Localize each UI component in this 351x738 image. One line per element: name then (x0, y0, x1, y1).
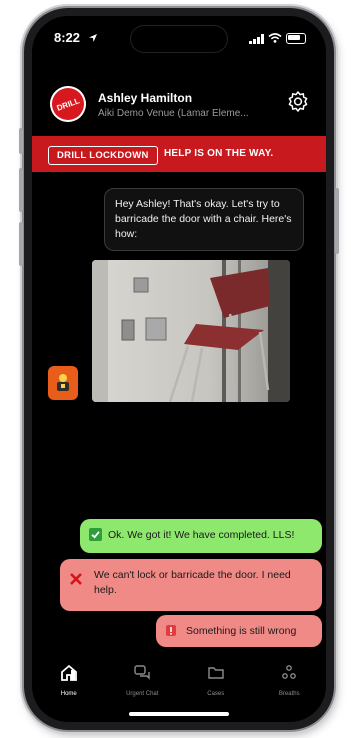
nav-breaths[interactable]: Breaths (259, 664, 319, 710)
reply-need-help-button[interactable]: We can't lock or barricade the door. I n… (60, 559, 322, 611)
wifi-icon (268, 31, 282, 46)
barricade-chair-photo (92, 260, 290, 402)
battery-icon (286, 33, 306, 44)
drill-lockdown-badge: DRILL LOCKDOWN (48, 146, 158, 165)
incoming-message: Hey Ashley! That's okay. Let's try to ba… (104, 188, 304, 251)
nav-breaths-label: Breaths (278, 691, 300, 697)
reply-something-wrong-button[interactable]: Something is still wrong (156, 615, 322, 647)
phone-frame: 8:22 DRILL Ashley Hamilton Aiki Demo Ven… (19, 8, 339, 730)
reply-completed-button[interactable]: Ok. We got it! We have completed. LLS! (80, 519, 322, 553)
status-bar: 8:22 (54, 28, 306, 48)
reply-need-help-label: We can't lock or barricade the door. I n… (94, 569, 291, 596)
assistant-avatar (48, 366, 78, 400)
breaths-icon (280, 665, 298, 686)
status-time: 8:22 (54, 30, 81, 45)
bottom-nav: Home Urgent Chat Cases Breaths (32, 664, 326, 710)
x-icon (69, 572, 83, 591)
side-button (335, 188, 339, 254)
home-icon (60, 664, 78, 686)
location-arrow-icon (88, 31, 98, 46)
nav-urgent-chat[interactable]: Urgent Chat (112, 664, 172, 710)
reply-something-wrong-label: Something is still wrong (186, 625, 297, 637)
volume-down-button (19, 222, 23, 266)
signal-icon (249, 33, 264, 44)
banner-message: HELP IS ON THE WAY. (164, 148, 274, 159)
alert-icon (165, 624, 177, 642)
nav-cases-label: Cases (207, 691, 225, 697)
volume-up-button (19, 168, 23, 212)
lockdown-banner: DRILL LOCKDOWN HELP IS ON THE WAY. (32, 136, 326, 172)
app-screen: 8:22 DRILL Ashley Hamilton Aiki Demo Ven… (32, 16, 326, 722)
nav-cases[interactable]: Cases (186, 664, 246, 710)
folder-icon (207, 667, 225, 686)
drill-logo: DRILL (44, 80, 92, 128)
mute-switch (19, 128, 23, 154)
app-header: DRILL Ashley Hamilton Aiki Demo Venue (L… (44, 80, 310, 130)
nav-home-label: Home (60, 691, 77, 697)
check-icon (89, 528, 102, 546)
home-indicator (129, 712, 229, 716)
user-name: Ashley Hamilton (98, 91, 193, 105)
chat-icon (133, 665, 151, 686)
venue-name: Aiki Demo Venue (Lamar Eleme... (98, 108, 249, 119)
nav-home[interactable]: Home (39, 664, 99, 710)
reply-completed-label: Ok. We got it! We have completed. LLS! (108, 529, 295, 541)
gear-icon[interactable] (286, 90, 310, 114)
nav-urgent-chat-label: Urgent Chat (126, 691, 159, 697)
